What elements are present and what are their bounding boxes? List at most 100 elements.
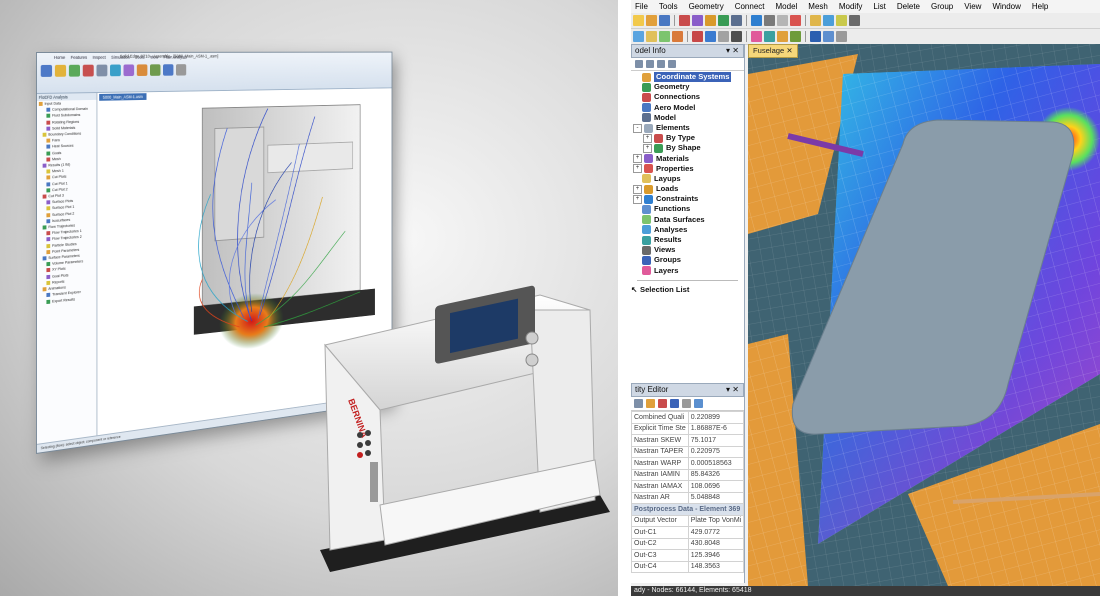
tree-item-connections[interactable]: Connections <box>631 92 744 102</box>
group-icon[interactable] <box>810 15 821 26</box>
editor-tool-icon[interactable] <box>646 399 655 408</box>
mesh-tool-icon[interactable] <box>692 15 703 26</box>
tree-item-selection-list[interactable]: ↖ Selection List <box>631 285 744 295</box>
panel-controls[interactable]: ▾ ✕ <box>726 45 739 57</box>
menu-view[interactable]: View <box>964 0 981 13</box>
tree-item-groups[interactable]: Groups <box>631 255 744 265</box>
open-folder-icon[interactable] <box>646 15 657 26</box>
property-value[interactable]: 75.1017 <box>687 434 745 447</box>
menu-geometry[interactable]: Geometry <box>689 0 724 13</box>
light-icon[interactable] <box>777 31 788 42</box>
menu-delete[interactable]: Delete <box>897 0 920 13</box>
menu-tools[interactable]: Tools <box>659 0 678 13</box>
select-icon[interactable] <box>764 15 775 26</box>
results-icon[interactable] <box>136 64 148 76</box>
delete-icon[interactable] <box>82 64 94 77</box>
tree-item-properties[interactable]: + Properties <box>631 164 744 174</box>
tree-item-results[interactable]: Results <box>631 235 744 245</box>
property-value[interactable]: 430.8048 <box>687 537 745 550</box>
property-value[interactable]: 5.048848 <box>687 491 745 504</box>
tree-tool-icon[interactable] <box>668 60 676 68</box>
tree-item-functions[interactable]: Functions <box>631 204 744 215</box>
menu-window[interactable]: Window <box>992 0 1020 13</box>
tree-item-data-surfaces[interactable]: Data Surfaces <box>631 215 744 225</box>
menu-connect[interactable]: Connect <box>735 0 765 13</box>
menu-mesh[interactable]: Mesh <box>808 0 828 13</box>
delete-tool-icon[interactable] <box>790 15 801 26</box>
menu-modify[interactable]: Modify <box>839 0 863 13</box>
menu-file[interactable]: File <box>635 0 648 13</box>
menu-help[interactable]: Help <box>1032 0 1048 13</box>
post-icon[interactable] <box>836 15 847 26</box>
ribbon-tab[interactable]: Features <box>71 55 87 60</box>
view-side-icon[interactable] <box>659 31 670 42</box>
filter-icon[interactable] <box>790 31 801 42</box>
shade-icon[interactable] <box>764 31 775 42</box>
property-value[interactable]: 148.3563 <box>687 560 745 573</box>
list-tool-icon[interactable] <box>731 15 742 26</box>
flow-icon[interactable] <box>110 64 121 77</box>
close-icon[interactable]: ✕ <box>786 46 792 55</box>
tree-tool-icon[interactable] <box>657 60 665 68</box>
table-row[interactable]: Nastran IAMAX 108.0696 <box>631 480 745 493</box>
tree-item-elements[interactable]: - Elements <box>631 123 744 133</box>
editor-tool-icon[interactable] <box>670 399 679 408</box>
property-value[interactable]: 0.220899 <box>687 411 745 424</box>
expand-toggle[interactable]: + <box>633 164 642 174</box>
tree-item-geometry[interactable]: Geometry <box>631 82 744 92</box>
view-iso-icon[interactable] <box>672 31 683 42</box>
contour-icon[interactable] <box>705 31 716 42</box>
settings-icon[interactable] <box>96 64 108 77</box>
geometry-tool-icon[interactable] <box>679 15 690 26</box>
tree-tool-icon[interactable] <box>646 60 654 68</box>
tree-item-by-type[interactable]: + By Type <box>631 133 744 143</box>
tree-item-analyses[interactable]: Analyses <box>631 225 744 235</box>
tree-item-constraints[interactable]: + Constraints <box>631 194 744 204</box>
menu-list[interactable]: List <box>873 0 885 13</box>
add-icon[interactable] <box>68 64 80 77</box>
tree-item-materials[interactable]: + Materials <box>631 154 744 164</box>
table-row[interactable]: Combined Quali 0.220899 <box>631 411 745 424</box>
tree-tool-icon[interactable] <box>635 60 643 68</box>
table-row[interactable]: Explicit Time Ste 1.86887E-6 <box>631 422 745 435</box>
table-row[interactable]: Out-C3 125.3946 <box>631 549 745 562</box>
expand-toggle[interactable]: - <box>633 123 642 133</box>
group-header-row[interactable]: Postprocess Data - Element 369 <box>631 503 745 516</box>
table-row[interactable]: Out-C2 430.8048 <box>631 537 745 550</box>
expand-toggle[interactable]: + <box>633 194 642 204</box>
table-row[interactable]: Nastran TAPER 0.220975 <box>631 445 745 458</box>
menu-model[interactable]: Model <box>776 0 798 13</box>
document-tab[interactable]: 5000_Main_ASM-1.asm <box>99 93 147 101</box>
editor-tool-icon[interactable] <box>694 399 703 408</box>
view-top-icon[interactable] <box>646 31 657 42</box>
tree-item-views[interactable]: Views <box>631 245 744 255</box>
load-tool-icon[interactable] <box>705 15 716 26</box>
expand-toggle[interactable]: + <box>643 143 652 153</box>
constraint-tool-icon[interactable] <box>718 15 729 26</box>
editor-tool-icon[interactable] <box>634 399 643 408</box>
folder-icon[interactable] <box>54 64 67 77</box>
tree-item-coordinate-systems[interactable]: Coordinate Systems <box>631 72 744 83</box>
layer-icon[interactable] <box>823 15 834 26</box>
deform-icon[interactable] <box>718 31 729 42</box>
view-rotate-icon[interactable] <box>751 15 762 26</box>
fuselage-graphics-view[interactable]: Fuselage ✕ <box>748 44 1100 586</box>
tree-item-layups[interactable]: Layups <box>631 174 744 184</box>
menu-group[interactable]: Group <box>931 0 953 13</box>
table-row[interactable]: Nastran IAMIN 85.84326 <box>631 468 745 481</box>
report-icon[interactable] <box>175 64 187 76</box>
tree-item-model[interactable]: Model <box>631 113 744 123</box>
property-value[interactable]: 125.3946 <box>687 549 745 562</box>
property-value[interactable]: 0.000518563 <box>687 457 745 470</box>
ribbon-tab[interactable]: Home <box>54 55 65 60</box>
property-value[interactable]: Plate Top VonMi <box>687 514 745 527</box>
save-icon[interactable] <box>659 15 670 26</box>
render-icon[interactable] <box>692 31 703 42</box>
table-row[interactable]: Out-C1 429.0772 <box>631 526 745 539</box>
tree-item-aero-model[interactable]: Aero Model <box>631 103 744 113</box>
tree-item-layers[interactable]: Layers <box>631 266 744 276</box>
new-icon[interactable] <box>633 15 644 26</box>
table-row[interactable]: Nastran WARP 0.000518563 <box>631 457 745 470</box>
workplane-icon[interactable] <box>810 31 821 42</box>
property-value[interactable]: 108.0696 <box>687 480 745 493</box>
